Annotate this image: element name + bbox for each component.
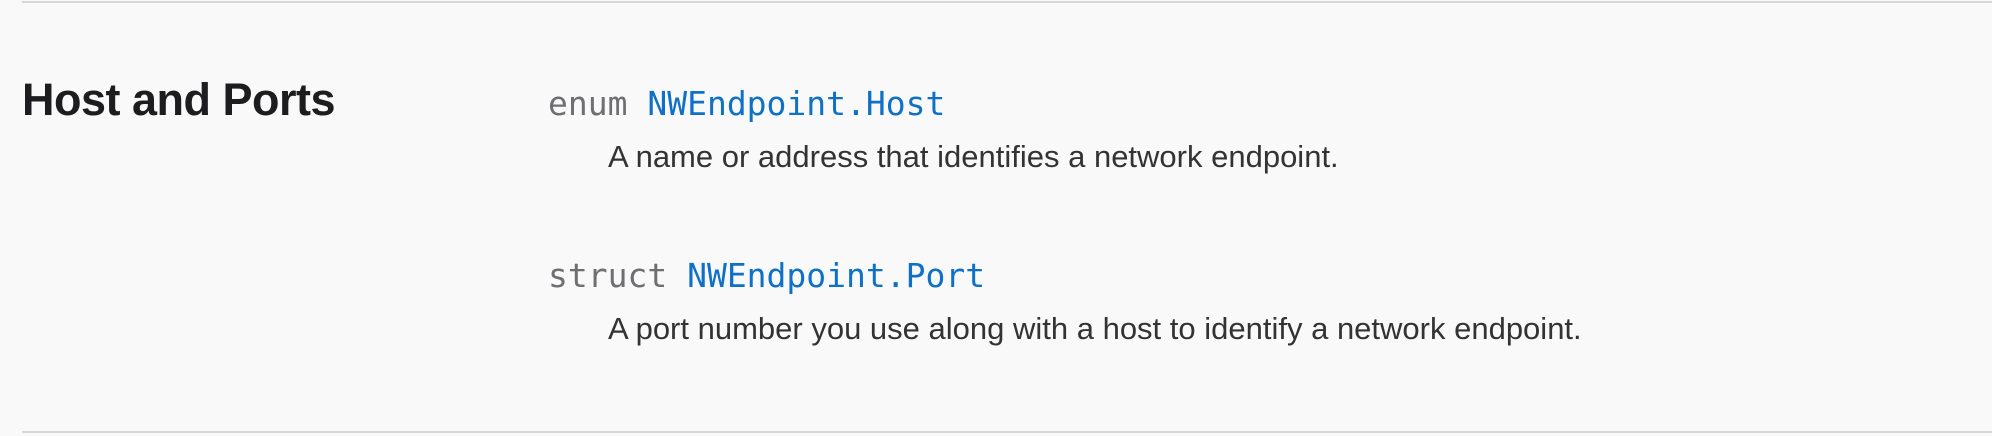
declaration: enum NWEndpoint.Host <box>548 82 1339 126</box>
bottom-divider <box>22 431 1992 433</box>
symbol-link-nwendpoint-port[interactable]: NWEndpoint.Port <box>687 256 985 295</box>
topic-item-host: enum NWEndpoint.Host A name or address t… <box>548 82 1339 178</box>
declaration-keyword: enum <box>548 84 648 123</box>
topic-abstract: A name or address that identifies a netw… <box>608 139 1339 174</box>
topic-section: Host and Ports enum NWEndpoint.Host A na… <box>0 0 1992 436</box>
top-divider <box>22 1 1992 3</box>
declaration-keyword: struct <box>548 256 688 295</box>
topic-abstract: A port number you use along with a host … <box>608 311 1582 346</box>
section-title: Host and Ports <box>22 74 336 125</box>
topic-item-port: struct NWEndpoint.Port A port number you… <box>548 254 1582 350</box>
symbol-link-nwendpoint-host[interactable]: NWEndpoint.Host <box>647 84 945 123</box>
declaration: struct NWEndpoint.Port <box>548 254 1582 298</box>
